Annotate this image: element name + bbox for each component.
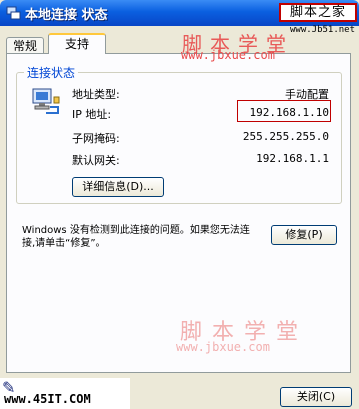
group-legend: 连接状态 xyxy=(24,64,79,81)
ip-address-label: IP 地址: xyxy=(72,108,112,121)
footer-site: www.45IT.COM xyxy=(4,392,91,406)
tab-support[interactable]: 支持 xyxy=(48,33,106,54)
ip-address-value: 192.168.1.10 xyxy=(249,106,329,119)
watermark-url: www.jbxue.com xyxy=(181,48,275,62)
subnet-mask-label: 子网掩码: xyxy=(72,132,120,145)
subnet-mask-value: 255.255.255.0 xyxy=(242,130,329,143)
repair-button[interactable]: 修复(P) xyxy=(271,225,337,245)
network-adapter-icon xyxy=(32,88,60,114)
address-type-label: 地址类型: xyxy=(72,88,120,101)
default-gateway-label: 默认网关: xyxy=(72,154,120,167)
close-button[interactable]: 关闭(C) xyxy=(280,387,352,407)
footer-watermark: ✎ www.45IT.COM xyxy=(0,378,130,409)
watermark-box: 脚本之家 xyxy=(279,3,357,22)
default-gateway-value: 192.168.1.1 xyxy=(256,152,329,165)
watermark-url-2: www.jbxue.com xyxy=(176,340,270,354)
network-connection-icon xyxy=(6,6,21,20)
window-title: 本地连接 状态 xyxy=(25,8,108,23)
tab-general[interactable]: 常规 xyxy=(6,37,44,53)
watermark-site: www.Jb51.net xyxy=(290,25,356,35)
repair-message: Windows 没有检测到此连接的问题。如果您无法连接,请单击“修复”。 xyxy=(22,225,250,249)
details-button[interactable]: 详细信息(D)... xyxy=(72,177,164,197)
